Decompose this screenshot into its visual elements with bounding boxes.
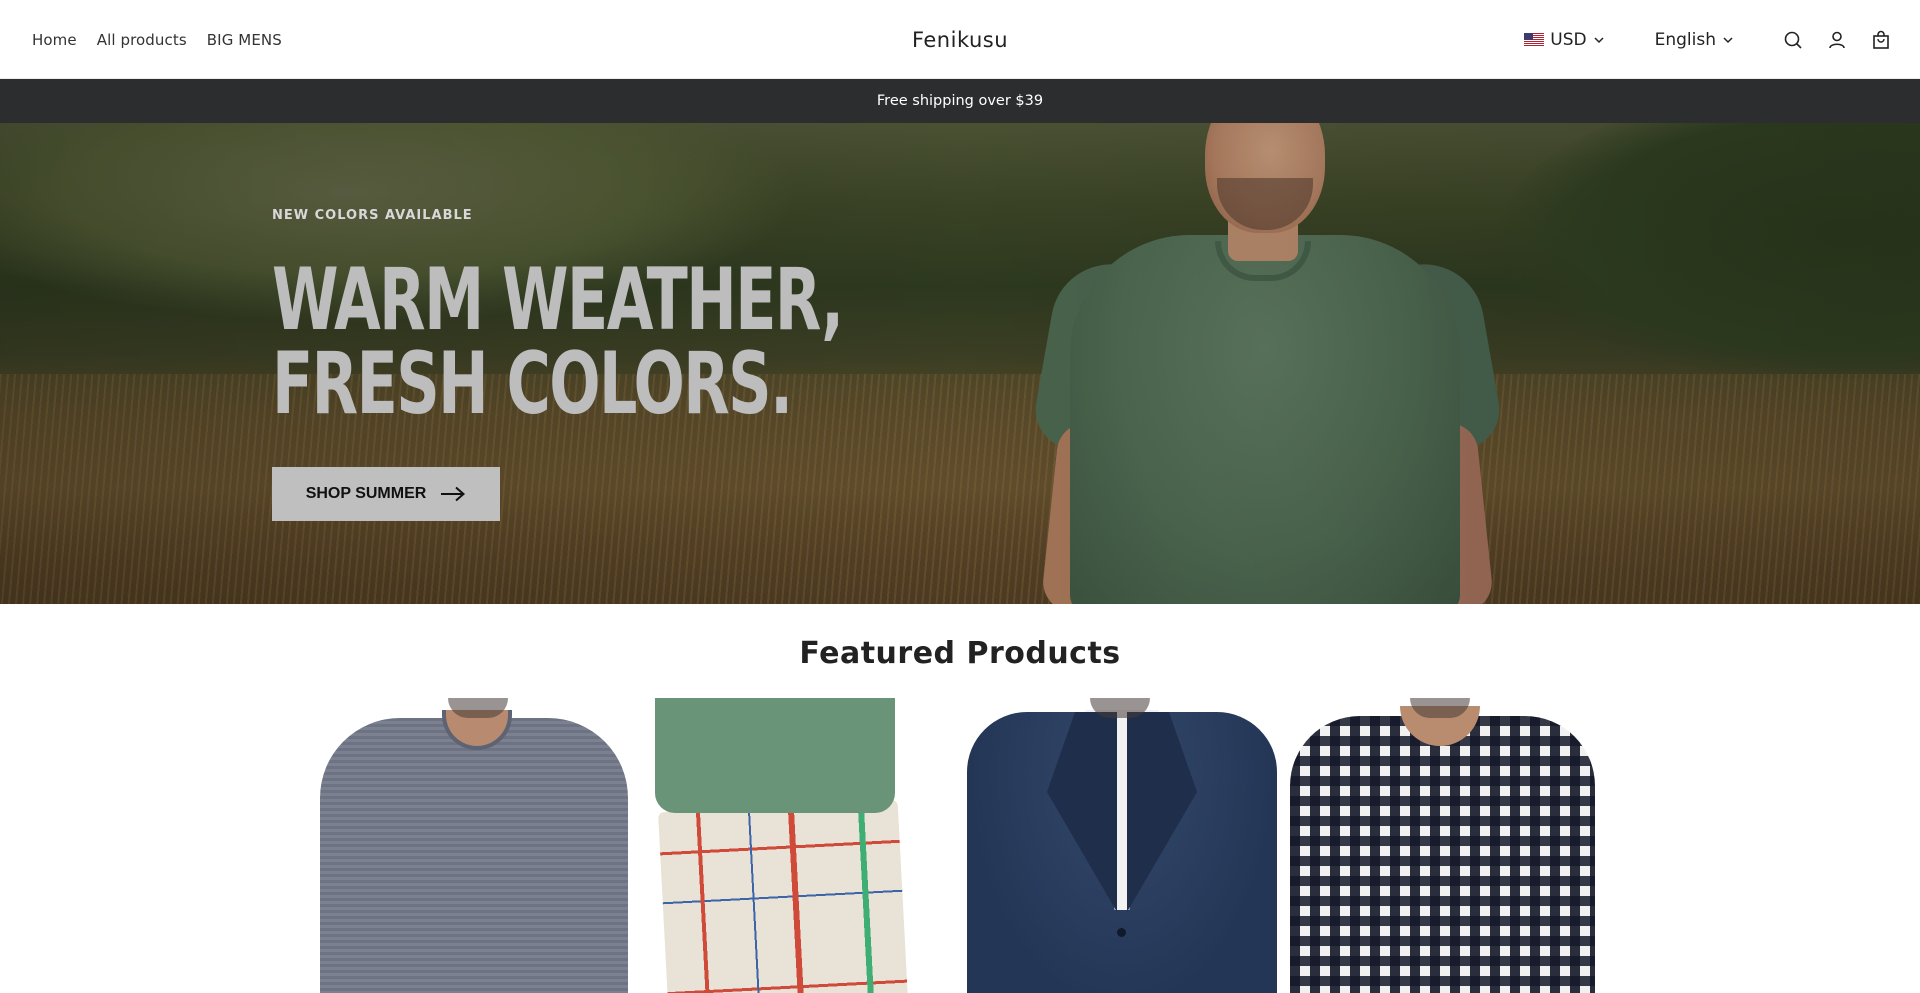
arrow-right-icon [441,486,466,502]
header-utilities: USD English [1524,0,1892,79]
featured-products-title: Featured Products [799,636,1121,671]
language-value: English [1654,29,1716,50]
product-card[interactable] [320,698,628,993]
hero-headline-line-1: WARM WEATHER, [272,250,844,350]
product-card[interactable] [967,698,1277,993]
hero-banner: NEW COLORS AVAILABLE WARM WEATHER, FRESH… [0,123,1920,604]
product-image-gray-long-sleeve-shirt [320,718,628,993]
announcement-text: Free shipping over $39 [876,93,1044,109]
currency-value: USD [1550,29,1587,50]
product-image-plaid-button-shirt [1290,716,1595,993]
currency-selector[interactable]: USD [1524,30,1604,50]
nav-link-big-mens[interactable]: BIG MENS [207,31,282,49]
nav-link-home[interactable]: Home [32,31,77,49]
main-nav: Home All products BIG MENS [32,0,282,79]
us-flag-icon [1524,33,1545,46]
brand-logo-text[interactable]: Fenikusu [912,28,1008,52]
product-image-plaid-shorts [657,799,909,993]
announcement-bar: Free shipping over $39 [0,79,1920,123]
hero-headline: WARM WEATHER, FRESH COLORS. [272,250,844,434]
featured-products-grid [0,698,1920,993]
nav-link-all-products[interactable]: All products [97,31,187,49]
chevron-down-icon [1723,36,1733,43]
product-image-detail [1117,928,1126,937]
product-image-detail [655,698,895,813]
shop-summer-label: SHOP SUMMER [305,485,427,502]
account-icon[interactable] [1826,29,1848,51]
shop-summer-button[interactable]: SHOP SUMMER [272,467,500,521]
cart-icon[interactable] [1870,29,1892,51]
hero-headline-line-2: FRESH COLORS. [272,334,793,434]
product-card[interactable] [1290,698,1595,993]
site-header: Home All products BIG MENS Fenikusu USD [0,0,1920,79]
hero-eyebrow: NEW COLORS AVAILABLE [272,208,473,223]
product-card[interactable] [655,698,915,993]
chevron-down-icon [1594,36,1604,43]
search-icon[interactable] [1782,29,1804,51]
language-selector[interactable]: English [1655,30,1734,50]
